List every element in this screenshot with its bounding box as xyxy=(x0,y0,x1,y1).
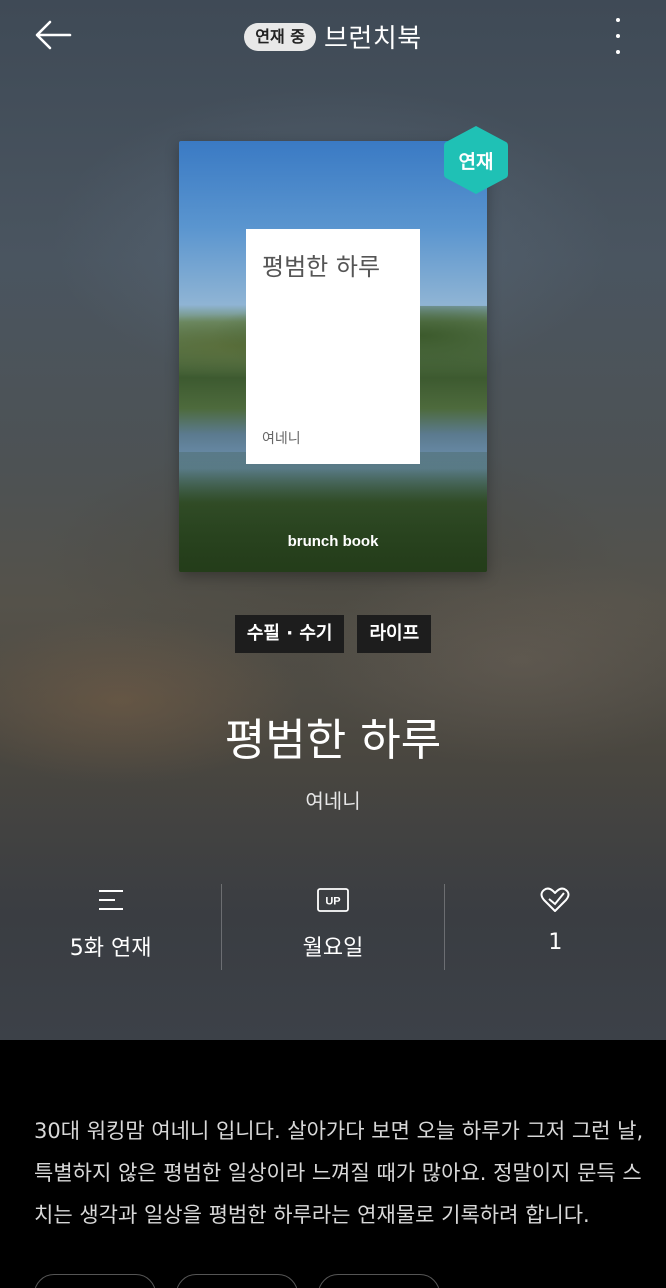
stats-row: 5화 연재 UP 월요일 1 xyxy=(0,884,666,970)
tag-list: 수필 · 수기 라이프 xyxy=(0,615,666,653)
book-author[interactable]: 여네니 xyxy=(0,785,666,814)
stat-update-day: UP 월요일 xyxy=(221,884,443,970)
more-dot-icon xyxy=(616,50,620,54)
tag-life[interactable]: 라이프 xyxy=(357,615,432,653)
more-options-button[interactable] xyxy=(610,16,626,56)
stat-likes-value: 1 xyxy=(548,930,563,955)
cover-photo-grass xyxy=(179,452,487,572)
more-dot-icon xyxy=(616,18,620,22)
serial-badge-label: 연재 xyxy=(458,150,494,173)
book-title: 평범한 하루 xyxy=(224,715,442,766)
tag-essay[interactable]: 수필 · 수기 xyxy=(234,615,345,653)
action-pill[interactable] xyxy=(176,1274,298,1288)
cover-title-card: 평범한 하루 여네니 xyxy=(246,229,420,464)
stat-likes[interactable]: 1 xyxy=(443,884,666,970)
cover-author: 여네니 xyxy=(262,431,301,447)
header-title: 연재 중 브런치북 xyxy=(0,18,666,55)
stat-episodes[interactable]: 5화 연재 xyxy=(0,884,221,970)
update-day-icon: UP xyxy=(317,888,349,912)
action-pill-row xyxy=(34,1274,440,1288)
action-pill[interactable] xyxy=(34,1274,156,1288)
serial-badge: 연재 xyxy=(442,124,510,196)
book-cover[interactable]: 평범한 하루 여네니 brunch book xyxy=(179,141,487,572)
stat-episodes-value: 5화 연재 xyxy=(69,936,152,961)
cover-brand-label: brunch book xyxy=(287,533,379,550)
action-pill[interactable] xyxy=(318,1274,440,1288)
stat-update-day-value: 월요일 xyxy=(302,936,364,961)
list-icon xyxy=(98,890,123,910)
more-dot-icon xyxy=(616,34,620,38)
svg-text:UP: UP xyxy=(325,896,340,908)
top-bar: 연재 중 브런치북 xyxy=(0,0,666,72)
heart-icon xyxy=(540,887,570,912)
page-title: 브런치북 xyxy=(324,24,422,54)
status-badge: 연재 중 xyxy=(244,22,317,51)
cover-title: 평범한 하루 xyxy=(262,253,381,281)
book-description: 30대 워킹맘 여네니 입니다. 살아가다 보면 오늘 하루가 그저 그런 날,… xyxy=(34,1119,644,1227)
